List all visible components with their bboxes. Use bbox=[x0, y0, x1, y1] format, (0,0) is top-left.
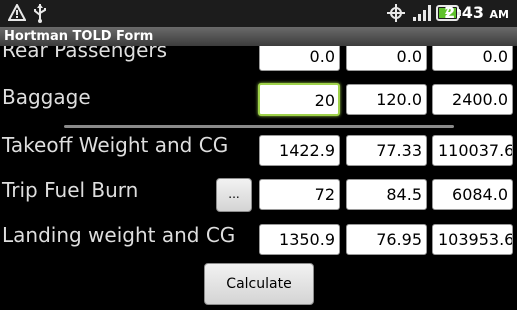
rear-passengers-moment-field[interactable]: 0.0 bbox=[432, 46, 513, 71]
label-trip-fuel-burn: Trip Fuel Burn bbox=[2, 178, 139, 202]
fuel-burn-weight-field[interactable]: 72 bbox=[259, 179, 340, 210]
fuel-burn-picker-button[interactable]: ... bbox=[216, 178, 252, 212]
baggage-moment-field[interactable]: 2400.0 bbox=[432, 84, 513, 115]
landing-moment-field[interactable]: 103953.6 bbox=[432, 224, 513, 255]
takeoff-weight-field[interactable]: 1422.9 bbox=[259, 135, 340, 166]
fuel-burn-arm-field[interactable]: 84.5 bbox=[346, 179, 427, 210]
label-takeoff-weight-cg: Takeoff Weight and CG bbox=[2, 133, 229, 157]
baggage-weight-field[interactable]: 20 bbox=[258, 83, 340, 116]
title-bar: Hortman TOLD Form bbox=[0, 27, 517, 46]
rear-passengers-arm-field[interactable]: 0.0 bbox=[346, 46, 427, 71]
usb-icon bbox=[33, 3, 47, 26]
warning-icon bbox=[7, 2, 27, 24]
form-area[interactable]: Rear Passengers 0.0 0.0 0.0 Baggage 20 1… bbox=[0, 46, 517, 310]
app-title: Hortman TOLD Form bbox=[4, 29, 154, 44]
takeoff-moment-field[interactable]: 110037.6 bbox=[432, 135, 513, 166]
fuel-burn-moment-field[interactable]: 6084.0 bbox=[432, 179, 513, 210]
landing-weight-field[interactable]: 1350.9 bbox=[259, 224, 340, 255]
section-divider bbox=[64, 125, 454, 128]
label-rear-passengers: Rear Passengers bbox=[2, 46, 168, 62]
rear-passengers-weight-field[interactable]: 0.0 bbox=[259, 46, 340, 71]
label-baggage: Baggage bbox=[2, 85, 91, 109]
gps-icon bbox=[387, 4, 405, 25]
baggage-arm-field[interactable]: 120.0 bbox=[346, 84, 427, 115]
calculate-button[interactable]: Calculate bbox=[204, 263, 314, 305]
landing-cg-field[interactable]: 76.95 bbox=[346, 224, 427, 255]
status-time: 2:43 AM bbox=[444, 3, 509, 22]
label-landing-weight-cg: Landing weight and CG bbox=[2, 223, 236, 247]
takeoff-cg-field[interactable]: 77.33 bbox=[346, 135, 427, 166]
status-bar: 2:43 AM bbox=[0, 0, 517, 27]
signal-icon bbox=[412, 4, 432, 25]
